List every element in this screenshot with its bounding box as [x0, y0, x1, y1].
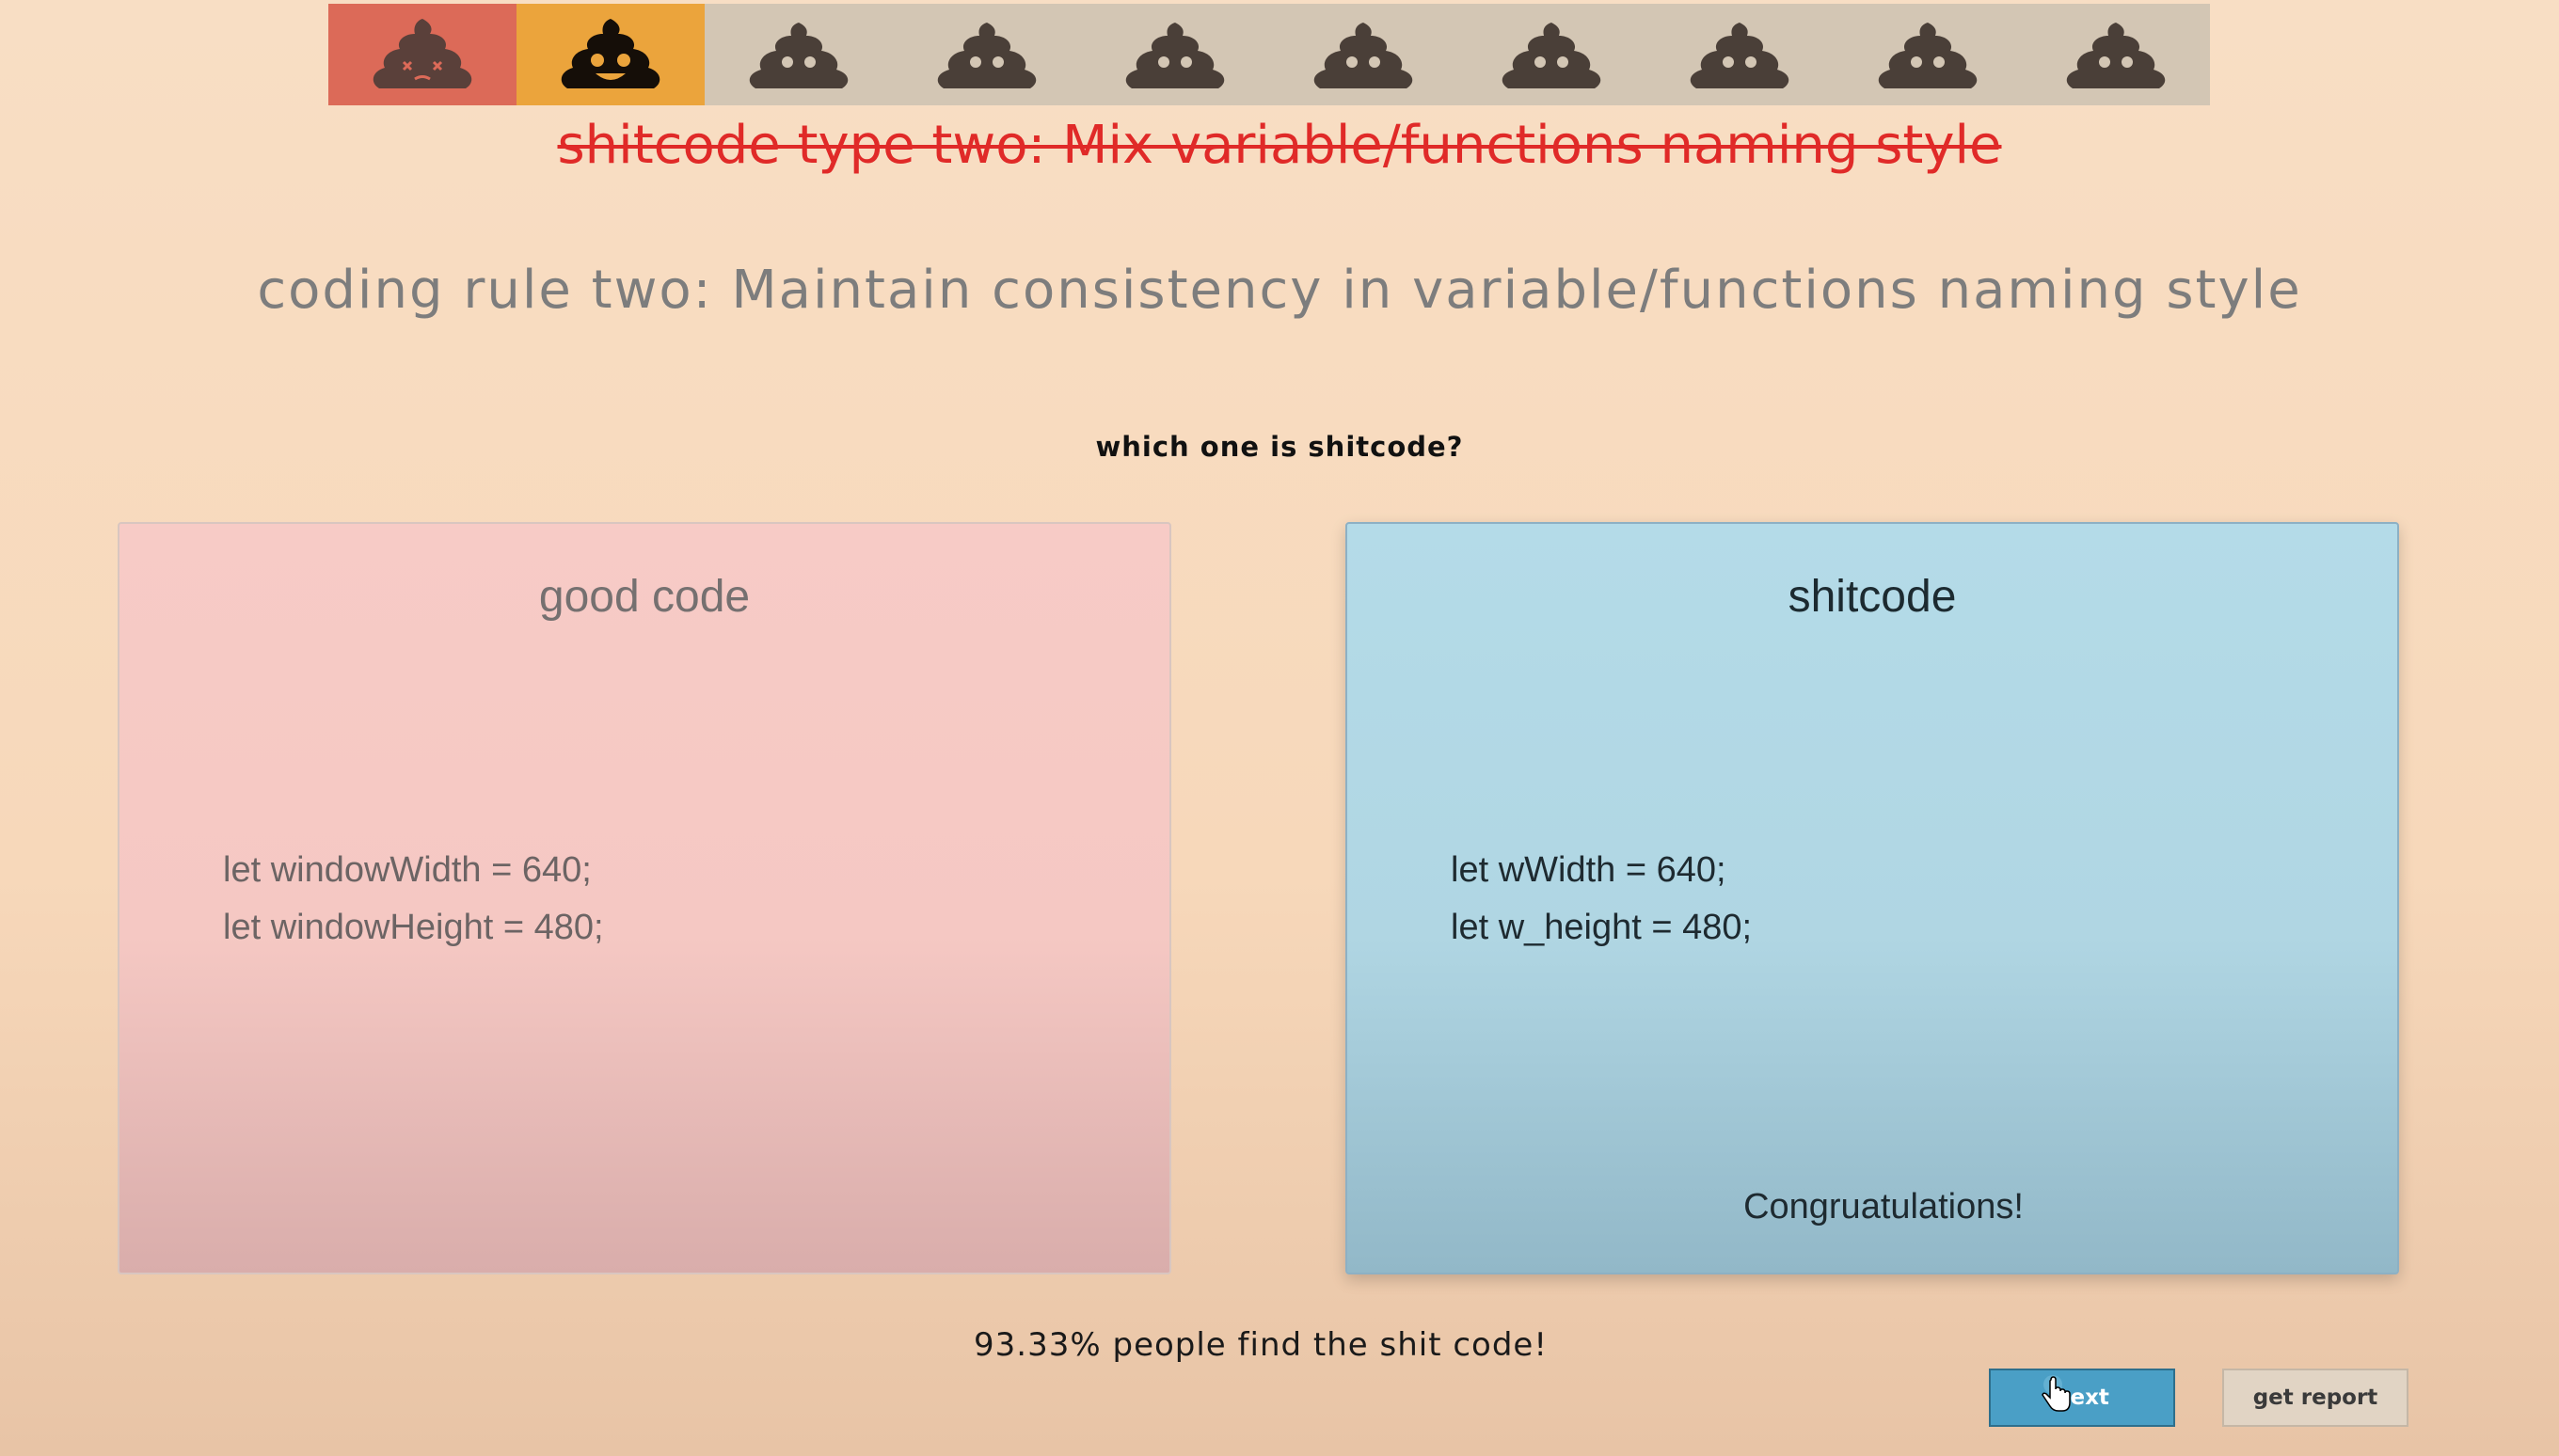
good-code-card-title: good code — [538, 572, 751, 622]
code-line: let wWidth = 640; — [1451, 850, 1726, 890]
congrats-message: Congruatulations! — [1743, 1187, 2024, 1227]
question-prompt: which one is shitcode? — [1095, 431, 1464, 463]
stats-text: 93.33% people find the shit code! — [974, 1326, 1548, 1364]
shitcode-snippet: let wWidth = 640; let w_height = 480; — [1451, 842, 1752, 957]
progress-cell-1 — [328, 4, 517, 105]
poop-icon — [937, 23, 1037, 88]
poop-icon — [1690, 23, 1789, 88]
code-line: let windowHeight = 480; — [223, 908, 604, 947]
shitcode-card-title: shitcode — [1788, 572, 1957, 622]
poop-icon — [2066, 23, 2166, 88]
progress-cell-10 — [2022, 4, 2210, 105]
happy-poop-icon — [561, 19, 660, 88]
shitcode-card[interactable]: shitcode let wWidth = 640; let w_height … — [1345, 522, 2399, 1274]
progress-bar — [328, 4, 2210, 105]
next-button[interactable]: next — [1989, 1369, 2175, 1427]
poop-icon — [1878, 23, 1978, 88]
progress-cell-4 — [893, 4, 1081, 105]
poop-icon — [1502, 23, 1601, 88]
code-line: let w_height = 480; — [1451, 908, 1753, 947]
progress-cell-9 — [1834, 4, 2022, 105]
poop-icon — [1313, 23, 1413, 88]
poop-icon — [749, 23, 849, 88]
progress-cell-6 — [1269, 4, 1457, 105]
get-report-button[interactable]: get report — [2222, 1369, 2408, 1427]
progress-cell-8 — [1645, 4, 1834, 105]
progress-cell-3 — [705, 4, 893, 105]
coding-rule-title: coding rule two: Maintain consistency in… — [257, 260, 2302, 321]
dead-poop-icon — [373, 19, 472, 88]
good-code-snippet: let windowWidth = 640; let windowHeight … — [223, 842, 604, 957]
hand-cursor-icon — [2042, 1375, 2071, 1412]
poop-icon — [1125, 23, 1225, 88]
shitcode-type-title: shitcode type two: Mix variable/function… — [557, 115, 2002, 176]
code-line: let windowWidth = 640; — [223, 850, 592, 890]
progress-cell-2 — [517, 4, 705, 105]
progress-cell-7 — [1457, 4, 1645, 105]
good-code-card[interactable]: good code let windowWidth = 640; let win… — [118, 522, 1171, 1274]
progress-cell-5 — [1081, 4, 1269, 105]
